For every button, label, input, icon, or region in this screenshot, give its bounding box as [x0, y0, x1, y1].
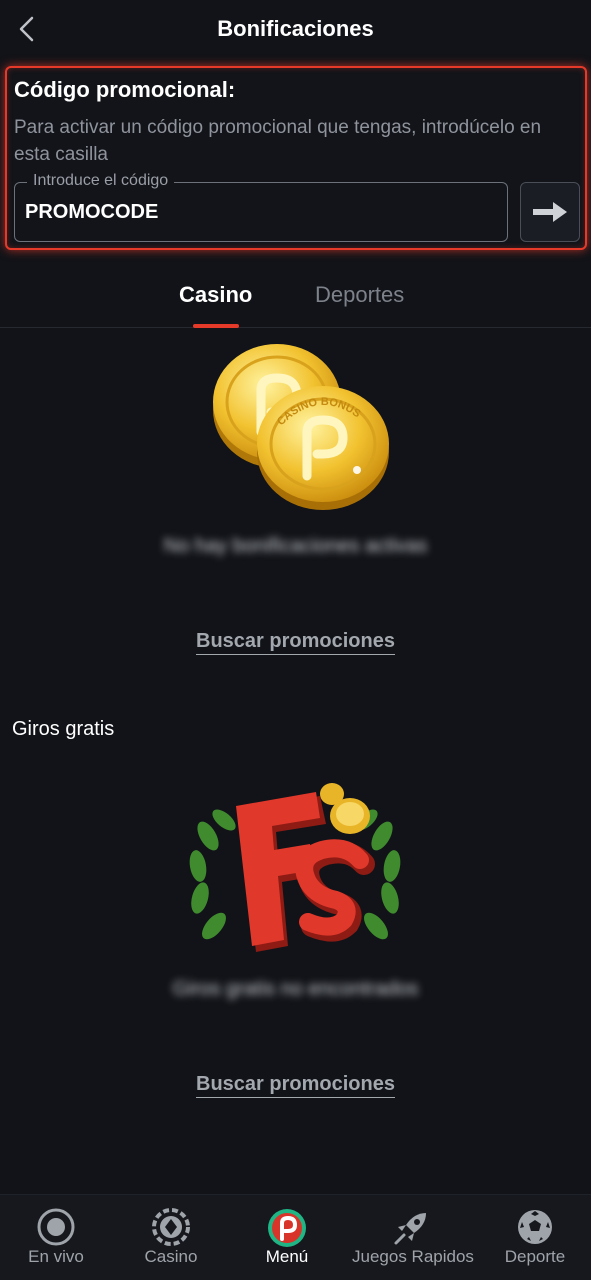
casino-empty-text: No hay bonificaciones activas: [163, 535, 428, 557]
rocket-icon: [394, 1213, 426, 1245]
nav-label: Deporte: [504, 1247, 566, 1266]
tab-deportes[interactable]: Deportes: [315, 282, 404, 308]
back-button[interactable]: [12, 14, 42, 44]
submit-code-button[interactable]: [520, 182, 580, 242]
soccer-ball-icon: [518, 1210, 552, 1244]
bottom-navigation: En vivo Casino Menú Juegos Rapidos Depor…: [0, 1194, 591, 1280]
active-tab-indicator: [193, 324, 239, 328]
casino-bonus-coins-image: CASINO BONUS: [213, 344, 389, 510]
nav-deporte[interactable]: Deporte: [476, 1195, 591, 1280]
promo-code-field[interactable]: Introduce el código: [14, 172, 508, 242]
promo-code-box: Código promocional: Para activar un códi…: [5, 66, 587, 250]
free-spins-image: [189, 783, 401, 952]
nav-label: Menú: [265, 1247, 309, 1266]
search-promotions-label[interactable]: Buscar promociones: [196, 1073, 395, 1098]
promo-code-label: Introduce el código: [27, 172, 175, 190]
free-spins-title: Giros gratis: [12, 718, 115, 740]
nav-menu[interactable]: Menú: [228, 1195, 346, 1280]
casino-chip-icon: [152, 1208, 190, 1246]
promo-title: Código promocional:: [14, 77, 236, 102]
search-promotions-link-casino[interactable]: Buscar promociones: [0, 630, 591, 655]
promo-description: Para activar un código promocional que t…: [14, 117, 542, 165]
arrow-right-icon: [533, 202, 567, 222]
nav-en-vivo[interactable]: En vivo: [0, 1195, 115, 1280]
header: Bonificaciones: [0, 0, 591, 58]
chevron-left-icon: [19, 16, 34, 42]
nav-juegos-rapidos[interactable]: Juegos Rapidos: [352, 1195, 474, 1280]
page-title: Bonificaciones: [217, 16, 374, 41]
nav-label: Juegos Rapidos: [352, 1247, 474, 1266]
free-spins-empty-text: Giros gratis no encontrados: [172, 978, 419, 1000]
bonuses-page: Bonificaciones Código promocional: Para …: [0, 0, 591, 1280]
search-promotions-link-free-spins[interactable]: Buscar promociones: [0, 1073, 591, 1098]
promo-code-input[interactable]: [25, 195, 495, 229]
tab-casino[interactable]: Casino: [179, 282, 252, 308]
nav-label: En vivo: [28, 1247, 84, 1266]
bonus-tabs: Casino Deportes: [0, 262, 591, 328]
search-promotions-label[interactable]: Buscar promociones: [196, 630, 395, 655]
nav-casino[interactable]: Casino: [112, 1195, 230, 1280]
brand-logo-icon: [268, 1209, 306, 1247]
nav-label: Casino: [144, 1247, 198, 1266]
live-icon: [37, 1208, 75, 1246]
